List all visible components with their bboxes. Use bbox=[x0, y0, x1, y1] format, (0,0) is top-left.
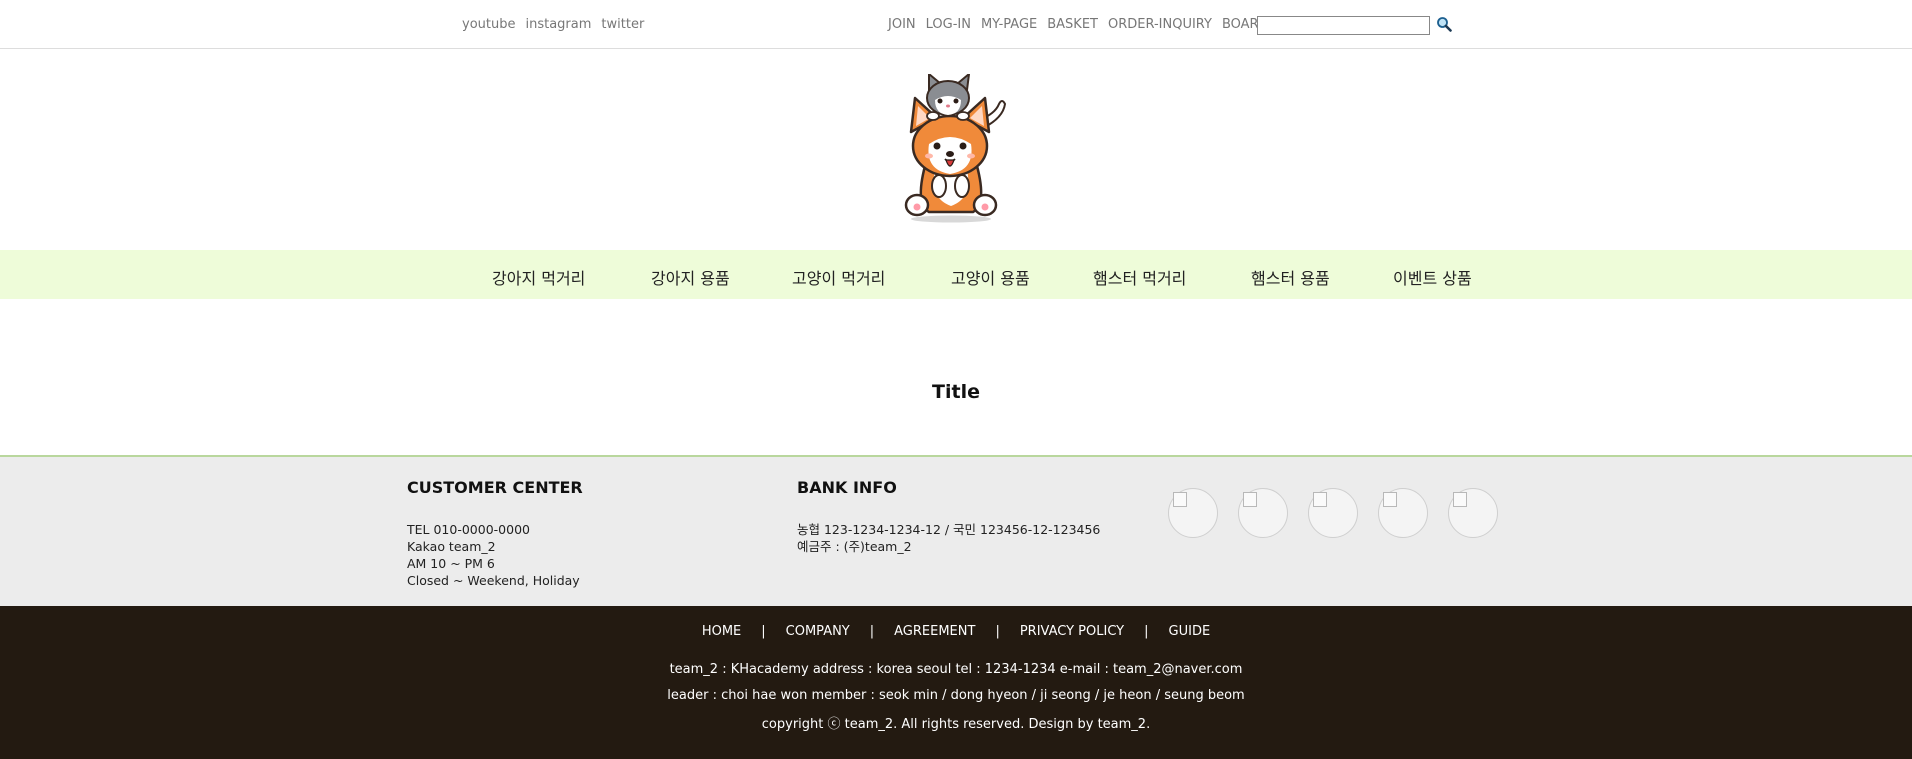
customer-closed: Closed ~ Weekend, Holiday bbox=[407, 573, 580, 588]
nav-cat-food[interactable]: 고양이 먹거리 bbox=[792, 265, 885, 289]
search-icon bbox=[1437, 17, 1452, 32]
info-footer: CUSTOMER CENTER TEL 010-0000-0000 Kakao … bbox=[0, 455, 1912, 606]
user-menu: JOIN LOG-IN MY-PAGE BASKET ORDER-INQUIRY… bbox=[888, 17, 1269, 32]
footer-copyright: copyright ⓒ team_2. All rights reserved.… bbox=[761, 717, 1151, 732]
site-footer: HOME | COMPANY | AGREEMENT | PRIVACY POL… bbox=[0, 606, 1912, 759]
nav-hamster-supplies[interactable]: 햄스터 용품 bbox=[1251, 265, 1330, 289]
footer-separator: | bbox=[995, 624, 1000, 639]
social-links: youtube instagram twitter bbox=[462, 17, 644, 32]
twitter-link[interactable]: twitter bbox=[601, 17, 644, 32]
footer-separator: | bbox=[869, 624, 875, 639]
youtube-link[interactable]: youtube bbox=[462, 17, 515, 32]
top-bar: youtube instagram twitter JOIN LOG-IN MY… bbox=[0, 0, 1912, 49]
nav-dog-supplies[interactable]: 강아지 용품 bbox=[651, 265, 730, 289]
order-inquiry-link[interactable]: ORDER-INQUIRY bbox=[1108, 17, 1212, 32]
nav-cat-supplies[interactable]: 고양이 용품 bbox=[951, 265, 1030, 289]
broken-image-icon[interactable] bbox=[1378, 488, 1428, 538]
footer-company-link[interactable]: COMPANY bbox=[786, 624, 850, 639]
site-logo[interactable] bbox=[899, 73, 1013, 224]
nav-event-products[interactable]: 이벤트 상품 bbox=[1393, 265, 1472, 289]
footer-home-link[interactable]: HOME bbox=[702, 624, 741, 639]
footer-links: HOME | COMPANY | AGREEMENT | PRIVACY POL… bbox=[0, 624, 1912, 639]
customer-tel: TEL 010-0000-0000 bbox=[407, 522, 530, 537]
customer-center: CUSTOMER CENTER TEL 010-0000-0000 Kakao … bbox=[407, 478, 583, 589]
bank-info: BANK INFO 농협 123-1234-1234-12 / 국민 12345… bbox=[797, 478, 1100, 555]
bank-accounts: 농협 123-1234-1234-12 / 국민 123456-12-12345… bbox=[797, 522, 1101, 537]
nav-dog-food[interactable]: 강아지 먹거리 bbox=[492, 265, 585, 289]
customer-center-heading: CUSTOMER CENTER bbox=[407, 478, 583, 497]
bank-info-heading: BANK INFO bbox=[797, 478, 897, 497]
login-link[interactable]: LOG-IN bbox=[926, 17, 971, 32]
footer-agreement-link[interactable]: AGREEMENT bbox=[894, 624, 975, 639]
footer-separator: | bbox=[761, 624, 766, 639]
dog-and-cat-logo-icon bbox=[904, 73, 1007, 223]
footer-members-info: leader : choi hae won member : seok min … bbox=[667, 688, 1245, 703]
footer-separator: | bbox=[1144, 624, 1149, 639]
instagram-link[interactable]: instagram bbox=[525, 17, 591, 32]
join-link[interactable]: JOIN bbox=[888, 17, 916, 32]
customer-kakao: Kakao team_2 bbox=[407, 539, 496, 554]
broken-image-icon[interactable] bbox=[1168, 488, 1218, 538]
footer-privacy-link[interactable]: PRIVACY POLICY bbox=[1020, 624, 1124, 639]
nav-hamster-food[interactable]: 햄스터 먹거리 bbox=[1093, 265, 1186, 289]
sns-icon-list bbox=[1168, 488, 1498, 538]
my-page-link[interactable]: MY-PAGE bbox=[981, 17, 1037, 32]
category-nav: 강아지 먹거리 강아지 용품 고양이 먹거리 고양이 용품 햄스터 먹거리 햄스… bbox=[0, 250, 1912, 299]
broken-image-icon[interactable] bbox=[1448, 488, 1498, 538]
basket-link[interactable]: BASKET bbox=[1047, 17, 1098, 32]
footer-guide-link[interactable]: GUIDE bbox=[1169, 624, 1211, 639]
broken-image-icon[interactable] bbox=[1238, 488, 1288, 538]
bank-holder: 예금주 : (주)team_2 bbox=[797, 539, 912, 554]
page-title: Title bbox=[932, 381, 980, 403]
search-input[interactable] bbox=[1257, 16, 1430, 35]
customer-hours: AM 10 ~ PM 6 bbox=[407, 556, 495, 571]
footer-company-info: team_2 : KHacademy address : korea seoul… bbox=[669, 662, 1243, 677]
search-button[interactable] bbox=[1435, 16, 1453, 34]
broken-image-icon[interactable] bbox=[1308, 488, 1358, 538]
